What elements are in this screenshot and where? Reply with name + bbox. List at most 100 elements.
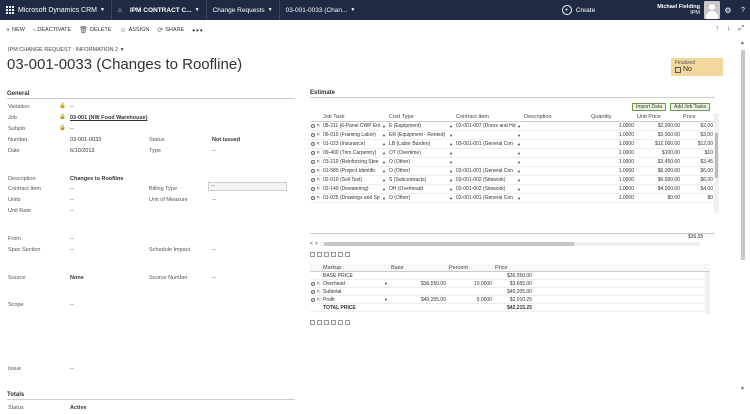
delete-icon[interactable]: ✕ — [316, 142, 320, 147]
number-value[interactable]: 03-001-0033 — [70, 137, 101, 143]
table-row[interactable]: ✕ 01-025 (Drawings and Sp ▼ O (Other) ▼ 03-00… — [310, 194, 715, 203]
scroll-up-icon[interactable]: ▲ — [740, 40, 745, 46]
import-data-button[interactable]: Import Data — [632, 103, 667, 111]
subjob-value[interactable]: -- — [70, 126, 74, 132]
unit-price-cell[interactable]: $2,000.00 — [636, 122, 682, 131]
chevron-left-icon[interactable]: < — [310, 241, 313, 247]
col-description[interactable]: Description — [523, 113, 590, 122]
move-up-icon[interactable] — [338, 252, 343, 257]
quantity-cell[interactable]: 1.0000 — [590, 194, 636, 203]
nav-record-tab[interactable]: 03-001-0033 (Chan... ▼ — [280, 0, 362, 20]
delete-icon[interactable]: ✕ — [316, 151, 320, 156]
add-row-icon[interactable] — [310, 320, 315, 325]
delete-row-icon[interactable] — [331, 320, 336, 325]
scroll-down-icon[interactable]: ▼ — [740, 386, 745, 392]
price-cell[interactable]: $4,00 — [682, 185, 715, 194]
select-row-icon[interactable] — [311, 178, 315, 182]
cost-type-cell[interactable]: E (Equipment) ▼ — [388, 122, 455, 131]
quantity-cell[interactable]: 1.0000 — [590, 122, 636, 131]
markup-name-cell[interactable]: TOTAL PRICE — [322, 303, 390, 312]
unit-price-cell[interactable]: $3,000.00 — [636, 131, 682, 140]
contract-item-cell[interactable]: 03-001-002 (Sitework) ▼ — [455, 185, 523, 194]
spec-section-value[interactable]: -- — [70, 247, 74, 253]
contract-item-cell[interactable]: 03-001-001 (General Con ▼ — [455, 167, 523, 176]
job-task-cell[interactable]: 02-140 (Dewatering) ▼ — [322, 185, 388, 194]
chevron-right-icon[interactable]: > — [315, 241, 318, 247]
gear-icon[interactable]: ⚙ — [720, 0, 736, 20]
select-row-icon[interactable] — [311, 160, 315, 164]
add-row-icon[interactable] — [310, 252, 315, 257]
job-task-cell[interactable]: 01-025 (Drawings and Sp ▼ — [322, 194, 388, 203]
price-cell[interactable]: $6,00 — [682, 176, 715, 185]
arrow-down-icon[interactable]: ↓ — [727, 25, 731, 33]
contract-item-cell[interactable]: ▼ — [455, 158, 523, 167]
quantity-cell[interactable]: 1.0000 — [590, 185, 636, 194]
totals-status-value[interactable]: Active — [70, 405, 87, 411]
markup-price-cell[interactable]: $42,215.25 — [494, 303, 534, 312]
col-price[interactable]: Price — [682, 113, 715, 122]
price-cell[interactable]: $10 — [682, 149, 715, 158]
move-down-icon[interactable] — [345, 320, 350, 325]
status-value[interactable]: Not issued — [212, 137, 240, 143]
col-cost-type[interactable]: Cost Type — [388, 113, 455, 122]
estimate-horizontal-scrollbar[interactable]: < > — [310, 241, 715, 247]
select-row-icon[interactable] — [311, 196, 315, 200]
app-launcher[interactable]: Microsoft Dynamics CRM ▼ — [0, 0, 111, 20]
select-row-icon[interactable] — [311, 289, 315, 294]
cost-type-cell[interactable]: ER (Equipment - Rented) ▼ — [388, 131, 455, 140]
base-cell[interactable] — [390, 303, 448, 312]
contract-item-cell[interactable]: 03-001-007 (Doors and Hd ▼ — [455, 122, 523, 131]
nav-change-requests[interactable]: Change Requests ▼ — [207, 0, 279, 20]
unit-price-cell[interactable]: $6,000.00 — [636, 167, 682, 176]
price-cell[interactable]: $3,00 — [682, 131, 715, 140]
units-value[interactable]: -- — [70, 197, 74, 203]
type-value[interactable]: -- — [212, 148, 216, 154]
job-task-cell[interactable]: 09-400 (Trim Carpentry) ▼ — [322, 149, 388, 158]
cost-type-cell[interactable]: O (Other) ▼ — [388, 167, 455, 176]
markup-row[interactable]: TOTAL PRICE $42,215.25 — [310, 304, 710, 312]
price-cell[interactable]: $6,00 — [682, 167, 715, 176]
page-vertical-scrollbar[interactable]: ▲ ▼ — [740, 40, 746, 396]
delete-icon[interactable]: ✕ — [316, 124, 320, 129]
select-row-icon[interactable] — [311, 169, 315, 173]
select-row-icon[interactable] — [311, 297, 315, 302]
select-row-icon[interactable] — [311, 187, 315, 191]
cost-type-cell[interactable]: OH (Overhead) ▼ — [388, 185, 455, 194]
price-cell[interactable]: $2,00 — [682, 122, 715, 131]
contract-item-cell[interactable]: ▼ — [455, 149, 523, 158]
estimate-vertical-scrollbar[interactable] — [714, 113, 719, 213]
expand-icon[interactable]: ⤢ — [738, 25, 744, 33]
col-unit-price[interactable]: Unit Price — [636, 113, 682, 122]
avatar[interactable] — [704, 1, 720, 19]
markup-vertical-scrollbar[interactable] — [705, 272, 710, 314]
refresh-icon[interactable] — [324, 252, 329, 257]
col-contract-item[interactable]: Contract Item — [455, 113, 523, 122]
date-value[interactable]: 6/10/2013 — [70, 148, 94, 154]
description-cell[interactable] — [523, 122, 590, 131]
quantity-cell[interactable]: 1.0000 — [590, 167, 636, 176]
price-cell[interactable]: $12,00 — [682, 140, 715, 149]
description-cell[interactable] — [523, 131, 590, 140]
price-cell[interactable]: $3,45 — [682, 158, 715, 167]
contract-item-cell[interactable]: ▼ — [455, 131, 523, 140]
scope-value[interactable]: -- — [70, 302, 74, 308]
col-quantity[interactable]: Quantity — [590, 113, 636, 122]
job-task-cell[interactable]: 08-211 (6-Panel CWP Ent ▼ — [322, 122, 388, 131]
create-button[interactable]: + Create — [556, 0, 652, 20]
contract-item-cell[interactable]: 03-001-001 (General Con ▼ — [455, 194, 523, 203]
job-task-cell[interactable]: 02-010 (Soil Test) ▼ — [322, 176, 388, 185]
description-cell[interactable] — [523, 194, 590, 203]
job-task-cell[interactable]: 06-010 (Framing Labor) ▼ — [322, 131, 388, 140]
deactivate-button[interactable]: ▫ DEACTIVATE — [33, 27, 71, 34]
refresh-icon[interactable] — [324, 320, 329, 325]
help-icon[interactable]: ? — [736, 0, 750, 20]
cost-type-cell[interactable]: S (Subcontracts) ▼ — [388, 176, 455, 185]
select-row-icon[interactable] — [311, 281, 315, 286]
job-task-cell[interactable]: 03-210 (Reinforcing Stee ▼ — [322, 158, 388, 167]
unit-price-cell[interactable]: $100.00 — [636, 149, 682, 158]
source-number-value[interactable]: -- — [212, 275, 216, 281]
nav-entity-tab[interactable]: IPM CONTRACT C... ▼ — [124, 0, 206, 20]
unit-price-cell[interactable]: $4,000.00 — [636, 185, 682, 194]
variation-value[interactable]: -- — [70, 104, 74, 110]
delete-icon[interactable]: ✕ — [316, 160, 320, 165]
